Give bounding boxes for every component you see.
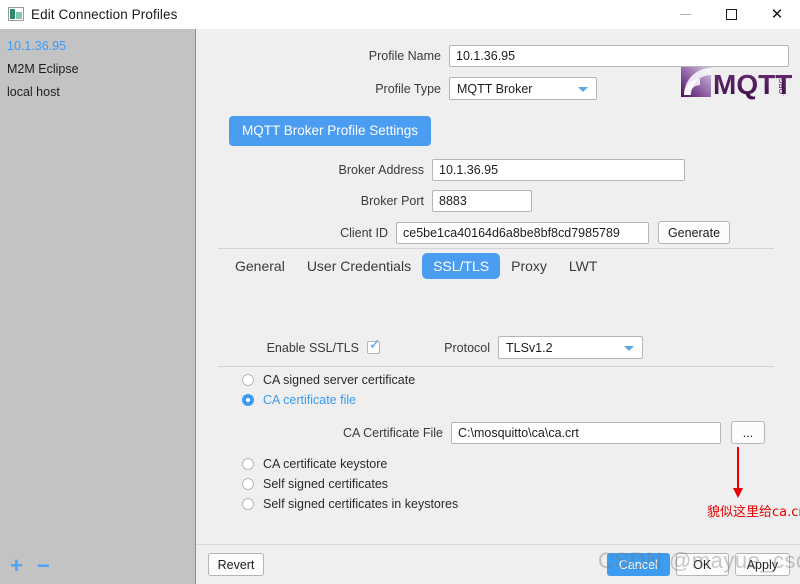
radio-label: CA certificate file [263, 393, 357, 407]
broker-address-label: Broker Address [338, 163, 424, 177]
apply-button[interactable]: Apply [734, 553, 790, 576]
browse-ca-certificate-button[interactable]: ... [731, 421, 765, 444]
radio-icon-selected [242, 394, 254, 406]
broker-port-label: Broker Port [360, 194, 424, 208]
chevron-down-icon [624, 345, 634, 351]
sidebar-footer: + − [0, 548, 195, 584]
cert-options-group-bottom: CA certificate keystore Self signed cert… [242, 457, 458, 517]
sidebar-item-profile-0[interactable]: 10.1.36.95 [0, 35, 195, 58]
profile-name-input[interactable] [449, 45, 789, 67]
cert-options-group-top: CA signed server certificate CA certific… [242, 373, 415, 413]
window-title: Edit Connection Profiles [31, 6, 178, 22]
titlebar: Edit Connection Profiles ✕ [0, 0, 800, 29]
window-controls: ✕ [662, 0, 800, 28]
radio-icon [242, 458, 254, 470]
window-body: 10.1.36.95 M2M Eclipse local host + − MQ… [0, 29, 800, 584]
tab-general[interactable]: General [224, 253, 296, 279]
divider-below-protocol [218, 366, 774, 367]
radio-icon [242, 478, 254, 490]
broker-port-input[interactable] [432, 190, 532, 212]
footer-action-buttons: Cancel OK Apply [606, 553, 790, 576]
broker-port-row: Broker Port [196, 190, 800, 212]
tab-ssl-tls[interactable]: SSL/TLS [422, 253, 501, 279]
radio-ca-certificate-file[interactable]: CA certificate file [242, 393, 415, 407]
profile-type-row: Profile Type MQTT Broker [196, 77, 800, 100]
ca-certificate-file-input[interactable] [451, 421, 721, 444]
protocol-select[interactable]: TLSv1.2 [498, 336, 643, 359]
enable-ssl-row: Enable SSL/TLS ✓ Protocol TLSv1.2 [196, 336, 800, 359]
radio-self-signed-certificates[interactable]: Self signed certificates [242, 477, 458, 491]
radio-icon [242, 374, 254, 386]
profile-type-label: Profile Type [375, 81, 441, 96]
settings-area: MQTT .ORG Profile Name Profile Type MQTT… [196, 29, 800, 544]
minimize-button[interactable] [662, 0, 708, 28]
chevron-down-icon [578, 86, 588, 92]
client-id-input[interactable] [396, 221, 649, 244]
broker-address-input[interactable] [432, 159, 685, 181]
cancel-button[interactable]: Cancel [606, 553, 670, 576]
radio-self-signed-certificates-in-keystores[interactable]: Self signed certificates in keystores [242, 497, 458, 511]
ca-certificate-file-label: CA Certificate File [342, 425, 443, 440]
radio-label: CA certificate keystore [263, 457, 388, 471]
check-icon: ✓ [369, 337, 381, 353]
radio-ca-certificate-keystore[interactable]: CA certificate keystore [242, 457, 458, 471]
annotation-arrow-icon [733, 447, 743, 498]
sidebar-item-profile-2[interactable]: local host [0, 81, 195, 104]
tab-proxy[interactable]: Proxy [500, 253, 558, 279]
broker-address-row: Broker Address [196, 159, 800, 181]
enable-ssl-checkbox[interactable]: ✓ [367, 337, 381, 354]
maximize-icon [725, 8, 737, 20]
add-profile-icon[interactable]: + [10, 555, 23, 577]
generate-client-id-button[interactable]: Generate [658, 221, 730, 244]
radio-icon [242, 498, 254, 510]
client-id-row: Client ID Generate [196, 221, 800, 244]
profile-type-select[interactable]: MQTT Broker [449, 77, 597, 100]
profile-list: 10.1.36.95 M2M Eclipse local host [0, 29, 195, 548]
app-icon [8, 7, 24, 21]
radio-label: Self signed certificates [263, 477, 389, 491]
annotation-text: 貌似这里给ca.crt和server.crt都OK [707, 505, 800, 520]
profile-name-row: Profile Name [196, 45, 800, 67]
tab-lwt[interactable]: LWT [558, 253, 609, 279]
settings-tabs: General User Credentials SSL/TLS Proxy L… [224, 253, 608, 279]
main-panel: MQTT .ORG Profile Name Profile Type MQTT… [196, 29, 800, 584]
ca-certificate-file-row: CA Certificate File ... [196, 421, 800, 444]
radio-label: CA signed server certificate [263, 373, 416, 387]
remove-profile-icon[interactable]: − [37, 555, 50, 577]
maximize-button[interactable] [708, 0, 754, 28]
divider-above-tabs [218, 248, 774, 249]
client-id-label: Client ID [340, 225, 388, 240]
minimize-icon [679, 13, 691, 15]
revert-button[interactable]: Revert [208, 553, 264, 576]
sidebar-item-profile-1[interactable]: M2M Eclipse [0, 58, 195, 81]
radio-label: Self signed certificates in keystores [263, 497, 459, 511]
dialog-footer: Revert Cancel OK Apply [196, 544, 800, 584]
radio-ca-signed-server-certificate[interactable]: CA signed server certificate [242, 373, 415, 387]
profiles-sidebar: 10.1.36.95 M2M Eclipse local host + − [0, 29, 196, 584]
close-button[interactable]: ✕ [754, 0, 800, 28]
protocol-label: Protocol [444, 340, 490, 355]
tab-user-credentials[interactable]: User Credentials [296, 253, 422, 279]
ok-button[interactable]: OK [675, 553, 729, 576]
profile-name-label: Profile Name [368, 49, 441, 63]
edit-connection-profiles-window: Edit Connection Profiles ✕ 10.1.36.95 M2… [0, 0, 800, 584]
protocol-value: TLSv1.2 [506, 340, 553, 355]
close-icon: ✕ [770, 4, 784, 23]
mqtt-broker-profile-settings-button[interactable]: MQTT Broker Profile Settings [229, 116, 432, 146]
profile-type-value: MQTT Broker [457, 81, 533, 96]
enable-ssl-label: Enable SSL/TLS [266, 340, 359, 355]
